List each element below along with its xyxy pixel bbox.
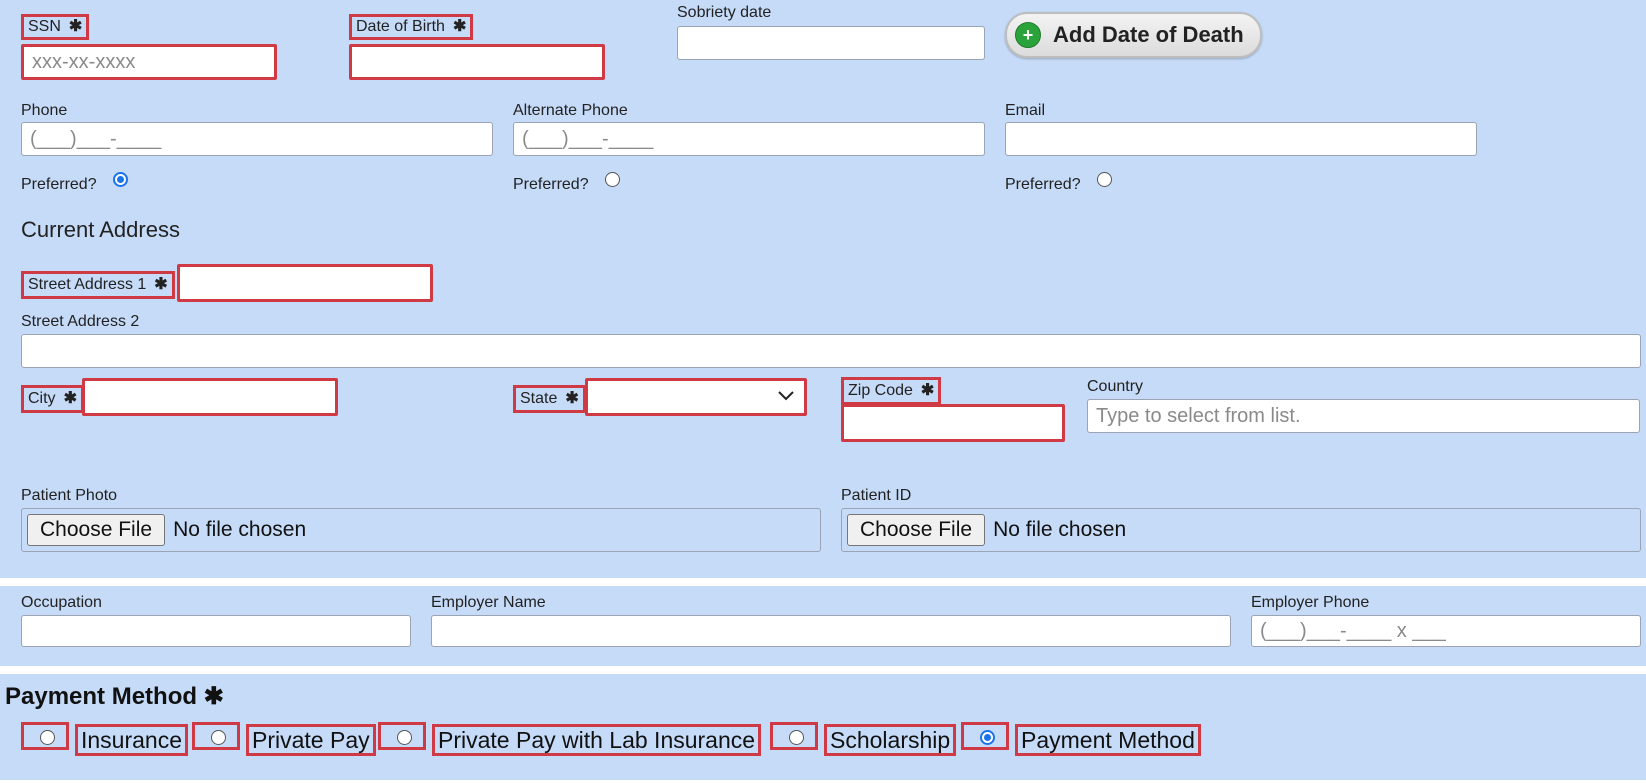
payment-scholarship-radio[interactable] xyxy=(789,730,804,745)
zip-code-label: Zip Code ✱ xyxy=(841,377,942,405)
payment-insurance-radio[interactable] xyxy=(40,730,55,745)
dob-input[interactable] xyxy=(349,44,605,80)
alternate-phone-input[interactable]: (___)___-____ xyxy=(513,122,985,156)
preferred-phone-radio[interactable] xyxy=(113,172,128,187)
payment-method-heading: Payment Method ✱ xyxy=(5,683,224,710)
phone-label: Phone xyxy=(21,102,68,119)
payment-insurance-label[interactable]: Insurance xyxy=(75,724,189,756)
sobriety-date-input[interactable] xyxy=(677,26,985,60)
zip-code-input[interactable] xyxy=(841,404,1065,442)
alternate-phone-label: Alternate Phone xyxy=(513,102,628,119)
street-address-2-input[interactable] xyxy=(21,334,1641,368)
required-icon: ✱ xyxy=(63,390,77,407)
current-address-heading: Current Address xyxy=(21,217,180,242)
preferred-email-radio[interactable] xyxy=(1097,172,1112,187)
payment-private-pay-lab-radio[interactable] xyxy=(397,730,412,745)
phone-input[interactable]: (___)___-____ xyxy=(21,122,493,156)
sobriety-label: Sobriety date xyxy=(677,4,772,21)
employer-phone-input[interactable]: (___)___-____ x ___ xyxy=(1251,615,1641,647)
country-input[interactable]: Type to select from list. xyxy=(1087,399,1640,433)
chevron-down-icon xyxy=(776,385,796,410)
occupation-input[interactable] xyxy=(21,615,411,647)
payment-private-pay-radio[interactable] xyxy=(211,730,226,745)
patient-id-label: Patient ID xyxy=(841,487,912,504)
street-address-1-label: Street Address 1 ✱ xyxy=(21,271,175,299)
preferred-alt-phone-label: Preferred? xyxy=(513,176,589,193)
preferred-email-label: Preferred? xyxy=(1005,176,1081,193)
employer-name-label: Employer Name xyxy=(431,594,546,611)
payment-scholarship-label[interactable]: Scholarship xyxy=(824,724,957,756)
state-select[interactable] xyxy=(585,378,807,416)
add-date-of-death-button[interactable]: + Add Date of Death xyxy=(1005,12,1262,58)
payment-private-pay-radio-wrap xyxy=(192,722,240,750)
city-label: City ✱ xyxy=(21,385,84,413)
patient-photo-label: Patient Photo xyxy=(21,487,118,504)
plus-icon: + xyxy=(1015,22,1041,48)
patient-photo-choose-file-button[interactable]: Choose File xyxy=(27,514,166,546)
payment-method-option-label[interactable]: Payment Method xyxy=(1015,724,1201,756)
patient-id-upload: Choose File No file chosen xyxy=(841,508,1641,552)
required-icon: ✱ xyxy=(920,382,935,399)
patient-photo-file-status: No file chosen xyxy=(173,518,307,541)
payment-method-radio[interactable] xyxy=(980,730,995,745)
patient-id-choose-file-button[interactable]: Choose File xyxy=(847,514,986,546)
preferred-alt-phone-radio[interactable] xyxy=(605,172,620,187)
payment-private-pay-lab-radio-wrap xyxy=(378,722,426,750)
street-address-2-label: Street Address 2 xyxy=(21,313,140,330)
dob-label: Date of Birth ✱ xyxy=(349,14,474,40)
payment-private-pay-label[interactable]: Private Pay xyxy=(246,724,376,756)
patient-photo-upload: Choose File No file chosen xyxy=(21,508,821,552)
required-icon: ✱ xyxy=(565,390,579,407)
preferred-phone-label: Preferred? xyxy=(21,176,97,193)
payment-private-pay-lab-label[interactable]: Private Pay with Lab Insurance xyxy=(432,724,762,756)
employer-name-input[interactable] xyxy=(431,615,1231,647)
email-label: Email xyxy=(1005,102,1046,119)
city-input[interactable] xyxy=(82,378,338,416)
payment-method-radio-wrap xyxy=(961,722,1009,750)
ssn-label: SSN ✱ xyxy=(21,14,90,40)
country-label: Country xyxy=(1087,378,1144,395)
payment-insurance-radio-wrap xyxy=(21,722,69,750)
required-icon: ✱ xyxy=(154,276,168,293)
required-icon: ✱ xyxy=(203,683,224,710)
state-label: State ✱ xyxy=(513,385,586,413)
email-input[interactable] xyxy=(1005,122,1477,156)
ssn-input[interactable]: xxx-xx-xxxx xyxy=(21,44,277,80)
required-icon: ✱ xyxy=(452,18,467,35)
required-icon: ✱ xyxy=(68,18,83,35)
employer-phone-label: Employer Phone xyxy=(1251,594,1370,611)
street-address-1-input[interactable] xyxy=(177,264,433,302)
payment-scholarship-radio-wrap xyxy=(770,722,818,750)
occupation-label: Occupation xyxy=(21,594,102,611)
patient-id-file-status: No file chosen xyxy=(993,518,1127,541)
